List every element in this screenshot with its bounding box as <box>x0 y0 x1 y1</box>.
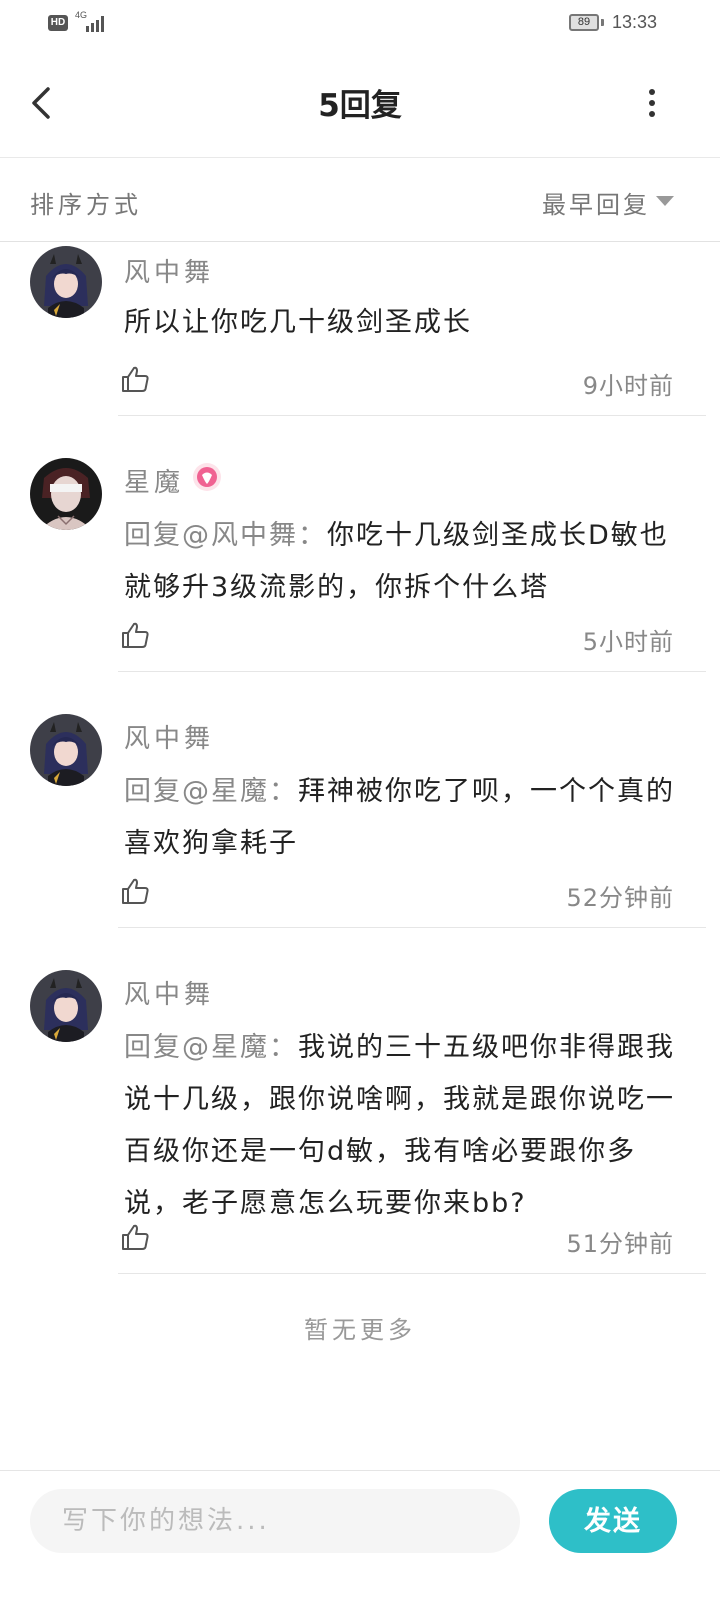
page-title: 5回复 <box>318 88 402 124</box>
top-navigation-bar: 5回复 <box>0 50 720 158</box>
comment-input[interactable] <box>30 1489 520 1553</box>
battery-indicator: 89 <box>569 14 599 31</box>
reply-mention[interactable]: 回复@风中舞： <box>124 520 327 551</box>
hd-indicator: HD <box>48 15 68 31</box>
more-vertical-icon <box>649 89 655 117</box>
reply-item: 风中舞 回复@星魔：拜神被你吃了呗，一个个真的喜欢狗拿耗子 52分钟前 <box>0 672 720 928</box>
sort-order-value: 最早回复 <box>542 191 650 219</box>
reply-content: 回复@风中舞：你吃十几级剑圣成长D敏也就够升3级流影的，你拆个什么塔 <box>124 510 684 614</box>
user-avatar-image <box>30 458 102 530</box>
clock: 13:33 <box>612 12 658 32</box>
comment-composer: 发送 <box>0 1470 720 1601</box>
reply-mention[interactable]: 回复@星魔： <box>124 776 298 807</box>
like-button[interactable] <box>120 1222 150 1252</box>
reply-author[interactable]: 风中舞 <box>124 718 214 755</box>
reply-item: 风中舞 所以让你吃几十级剑圣成长 9小时前 <box>0 242 720 416</box>
status-bar: HD 4G 89 13:33 <box>0 0 720 50</box>
sort-bar: 排序方式 最早回复 <box>0 158 720 242</box>
no-more-label: 暂无更多 <box>304 1316 416 1344</box>
reply-author[interactable]: 星魔 <box>124 462 184 499</box>
reply-content: 回复@星魔：我说的三十五级吧你非得跟我说十几级，跟你说啥啊，我就是跟你说吃一百级… <box>124 1022 684 1230</box>
sort-order-dropdown[interactable]: 最早回复 <box>542 185 650 220</box>
like-button[interactable] <box>120 876 150 906</box>
user-avatar-image <box>30 714 102 786</box>
thumbs-up-icon <box>122 1224 149 1250</box>
reply-author[interactable]: 风中舞 <box>124 252 214 289</box>
avatar[interactable] <box>30 458 102 530</box>
reply-timestamp: 52分钟前 <box>566 884 674 912</box>
thumbs-up-icon <box>122 878 149 904</box>
reply-author[interactable]: 风中舞 <box>124 974 214 1011</box>
caret-down-icon[interactable] <box>656 196 674 206</box>
thumbs-up-icon <box>122 622 149 648</box>
reply-item: 星魔 回复@风中舞：你吃十几级剑圣成长D敏也就够升3级流影的，你拆个什么塔 5小… <box>0 416 720 672</box>
reply-timestamp: 9小时前 <box>582 372 674 400</box>
reply-item: 风中舞 回复@星魔：我说的三十五级吧你非得跟我说十几级，跟你说啥啊，我就是跟你说… <box>0 928 720 1274</box>
like-button[interactable] <box>120 364 150 394</box>
thumbs-up-icon <box>122 366 149 392</box>
like-button[interactable] <box>120 620 150 650</box>
divider <box>118 1273 706 1274</box>
reply-content: 所以让你吃几十级剑圣成长 <box>124 297 684 349</box>
sort-label: 排序方式 <box>30 191 142 219</box>
send-button[interactable]: 发送 <box>549 1489 677 1553</box>
battery-tip <box>601 19 604 26</box>
avatar[interactable] <box>30 970 102 1042</box>
more-options-button[interactable] <box>637 88 667 118</box>
reply-mention[interactable]: 回复@星魔： <box>124 1032 298 1063</box>
reply-content: 回复@星魔：拜神被你吃了呗，一个个真的喜欢狗拿耗子 <box>124 766 684 870</box>
signal-strength-icon <box>86 16 104 32</box>
avatar[interactable] <box>30 246 102 318</box>
reply-timestamp: 5小时前 <box>582 628 674 656</box>
reply-text: 所以让你吃几十级剑圣成长 <box>124 307 472 338</box>
avatar[interactable] <box>30 714 102 786</box>
reply-timestamp: 51分钟前 <box>566 1230 674 1258</box>
user-avatar-image <box>30 246 102 318</box>
vip-badge-icon <box>192 462 222 492</box>
user-avatar-image <box>30 970 102 1042</box>
